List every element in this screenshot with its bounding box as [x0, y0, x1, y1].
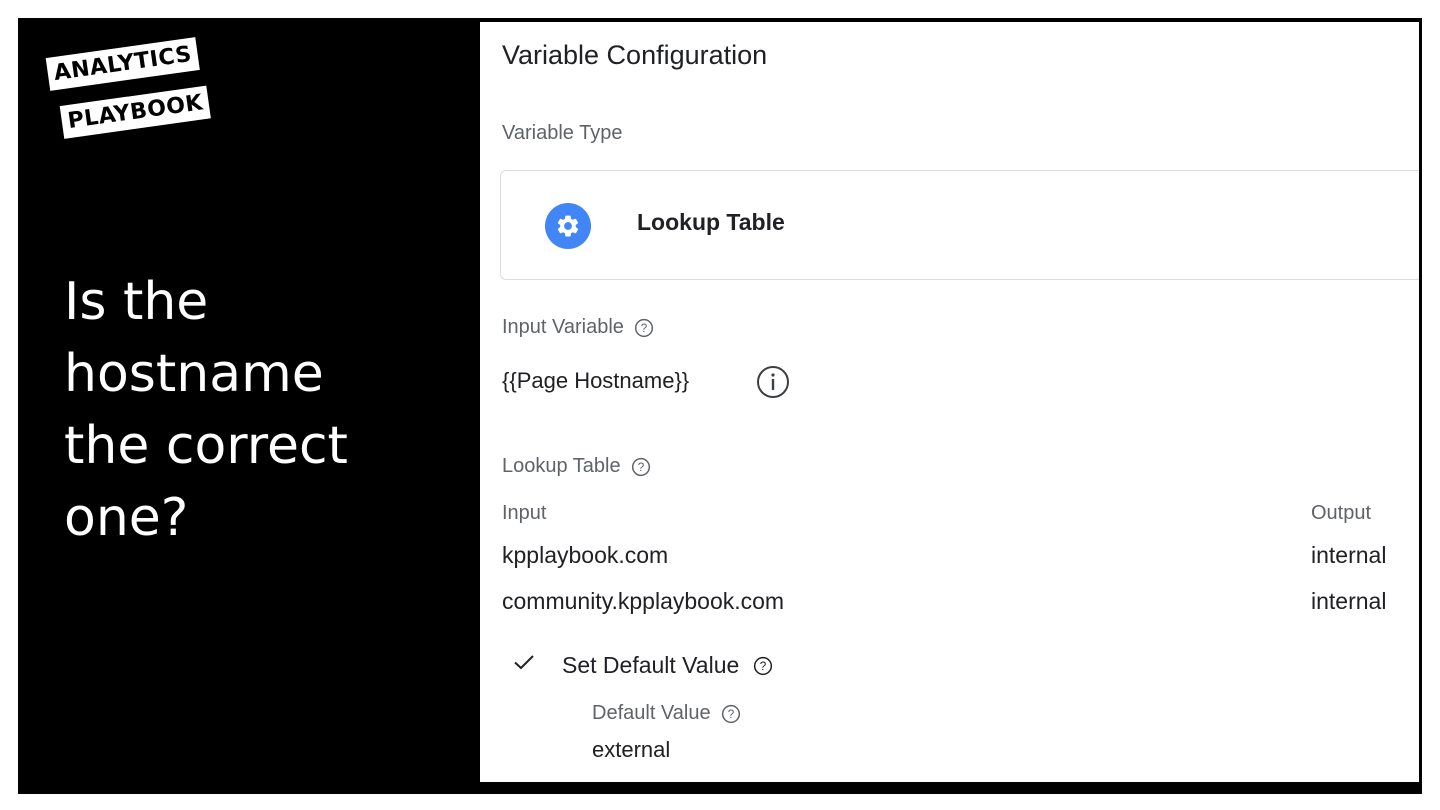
gear-icon [545, 203, 591, 249]
info-icon[interactable] [756, 365, 790, 399]
column-header-output: Output [1311, 502, 1372, 524]
headline-line: hostname [64, 344, 324, 404]
variable-type-label-text: Variable Type [502, 122, 623, 144]
variable-type-name: Lookup Table [637, 209, 785, 235]
headline-line: one? [64, 488, 189, 548]
table-cell-output[interactable]: internal [1311, 588, 1386, 615]
set-default-value-checkbox[interactable]: Set Default Value ? [562, 652, 773, 679]
lookup-table-label: Lookup Table ? [502, 455, 651, 478]
svg-text:?: ? [760, 660, 767, 673]
help-icon[interactable]: ? [753, 656, 773, 676]
logo-line-1: ANALYTICS [45, 37, 200, 91]
help-icon[interactable]: ? [634, 318, 654, 338]
panel-title: Variable Configuration [502, 40, 768, 70]
input-variable-value[interactable]: {{Page Hostname}} [502, 368, 689, 394]
input-variable-label-text: Input Variable [502, 316, 624, 338]
input-variable-label: Input Variable ? [502, 316, 654, 339]
logo-line-2: PLAYBOOK [59, 85, 212, 139]
headline-line: the correct [64, 416, 348, 476]
table-cell-output[interactable]: internal [1311, 542, 1386, 569]
analytics-playbook-logo: ANALYTICS PLAYBOOK [45, 37, 228, 158]
variable-type-label: Variable Type [502, 122, 622, 145]
checkmark-icon[interactable] [512, 650, 536, 674]
svg-text:?: ? [727, 708, 734, 721]
default-value-label: Default Value ? [592, 702, 741, 725]
table-cell-input[interactable]: community.kpplaybook.com [502, 588, 784, 615]
variable-type-card[interactable]: Lookup Table [500, 170, 1419, 280]
column-header-input: Input [502, 502, 547, 524]
default-value-field[interactable]: external [592, 737, 670, 763]
lookup-table-label-text: Lookup Table [502, 455, 621, 477]
svg-text:?: ? [641, 322, 648, 335]
default-value-label-text: Default Value [592, 702, 711, 724]
table-cell-input[interactable]: kpplaybook.com [502, 542, 668, 569]
variable-configuration-panel: Variable Configuration Variable Type Loo… [480, 22, 1419, 782]
headline: Is the hostname the correct one? [64, 266, 464, 554]
help-icon[interactable]: ? [721, 704, 741, 724]
headline-line: Is the [64, 272, 209, 332]
set-default-value-label: Set Default Value [562, 652, 740, 678]
svg-text:?: ? [637, 461, 644, 474]
help-icon[interactable]: ? [631, 457, 651, 477]
